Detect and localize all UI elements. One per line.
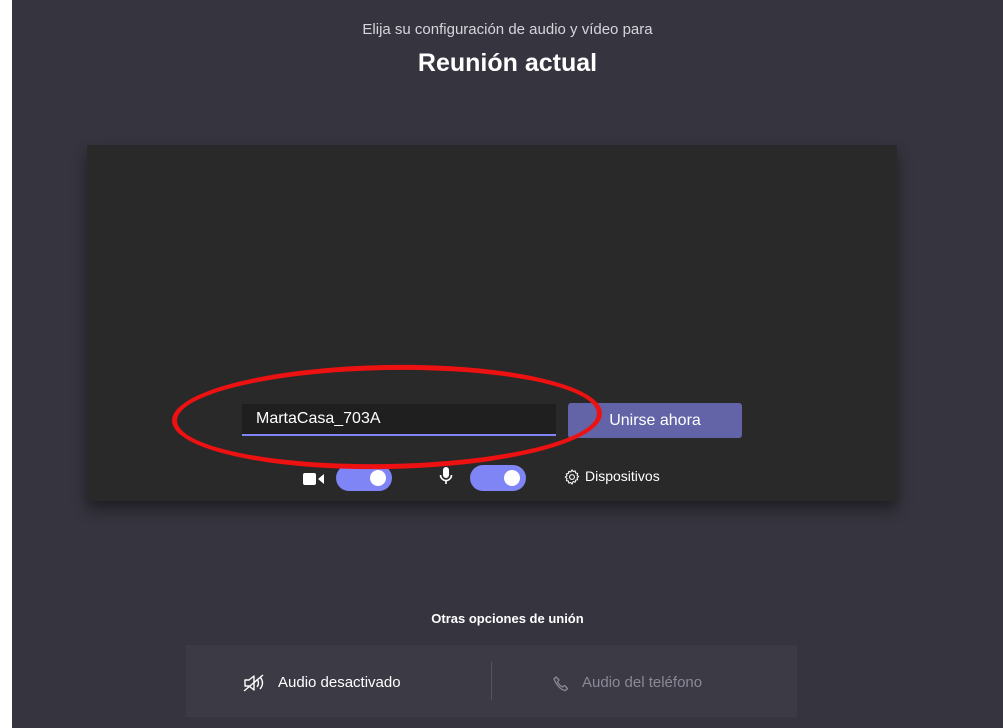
join-screen: Elija su configuración de audio y vídeo … <box>12 0 1003 728</box>
video-preview <box>87 145 897 501</box>
join-options-bar: Audio desactivado Audio del teléfono <box>186 645 797 717</box>
name-input[interactable] <box>242 404 556 436</box>
page-title: Reunión actual <box>417 49 598 77</box>
camera-toggle[interactable] <box>336 465 392 491</box>
microphone-toggle-knob <box>504 470 520 486</box>
other-join-options-heading: Otras opciones de unión <box>431 611 584 626</box>
options-divider <box>491 662 492 700</box>
page-subtitle: Elija su configuración de audio y vídeo … <box>362 21 653 38</box>
microphone-icon <box>439 467 453 484</box>
phone-icon <box>553 676 569 692</box>
speaker-off-icon <box>243 674 264 692</box>
audio-off-label: Audio desactivado <box>278 674 401 691</box>
gear-icon[interactable] <box>563 468 581 486</box>
microphone-toggle[interactable] <box>470 465 526 491</box>
phone-audio-label: Audio del teléfono <box>582 674 703 691</box>
camera-toggle-knob <box>370 470 386 486</box>
devices-button[interactable]: Dispositivos <box>585 468 660 484</box>
join-now-button[interactable]: Unirse ahora <box>568 403 742 438</box>
video-camera-icon <box>303 473 324 485</box>
